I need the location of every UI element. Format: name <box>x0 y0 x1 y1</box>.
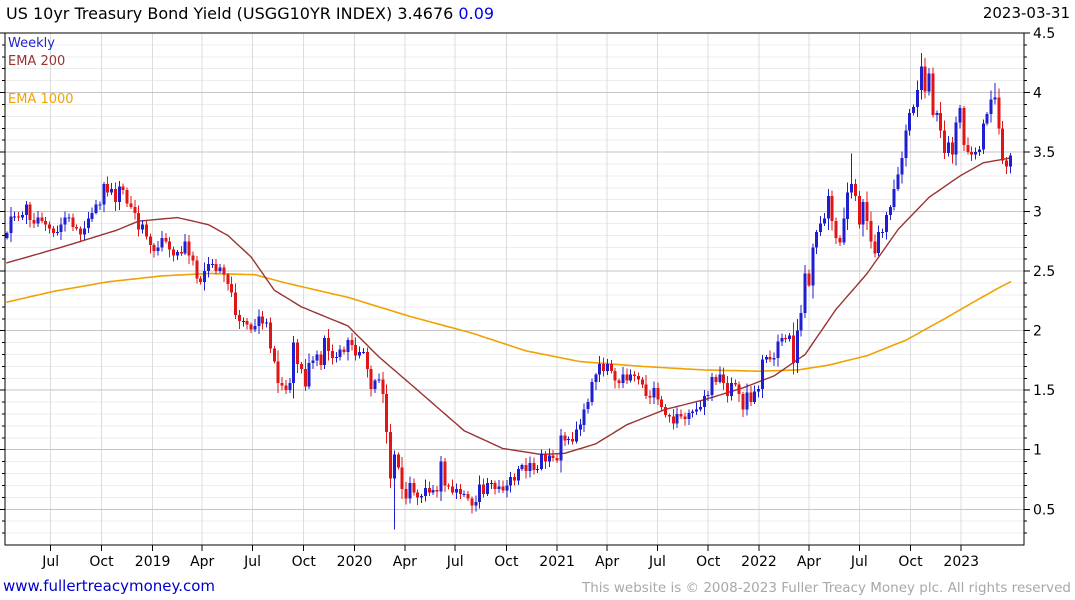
x-axis-label: Oct <box>696 554 721 570</box>
x-axis-label: 2022 <box>741 554 777 570</box>
x-axis-label: Jul <box>850 554 868 570</box>
x-axis-label: 2021 <box>539 554 575 570</box>
x-axis-label: Oct <box>292 554 317 570</box>
y-axis-label: 4 <box>1033 86 1042 102</box>
x-axis-label: 2020 <box>337 554 373 570</box>
chart-window: US 10yr Treasury Bond Yield (USGG10YR IN… <box>0 0 1075 600</box>
legend-ema200: EMA 200 <box>8 54 66 69</box>
y-axis-label: 2 <box>1033 324 1042 340</box>
x-axis-label: Apr <box>797 554 821 570</box>
x-axis-label: 2023 <box>943 554 979 570</box>
x-axis-label: 2019 <box>135 554 171 570</box>
x-axis-label: Apr <box>595 554 619 570</box>
y-axis-label: 0.5 <box>1033 502 1055 518</box>
x-axis-label: Oct <box>494 554 519 570</box>
y-axis-label: 3.5 <box>1033 145 1055 161</box>
grid-major-layer <box>5 92 1024 510</box>
candles-layer <box>5 53 1012 530</box>
x-axis-label: Jul <box>648 554 666 570</box>
copyright-text: This website is © 2008-2023 Fuller Treac… <box>582 580 1071 596</box>
y-axis-label: 3 <box>1033 205 1042 221</box>
y-axis-label: 4.5 <box>1033 26 1055 42</box>
grid-vertical-layer <box>50 33 962 545</box>
website-link[interactable]: www.fullertreacymoney.com <box>3 577 215 595</box>
x-axis-label: Apr <box>393 554 417 570</box>
x-axis-label: Jul <box>446 554 464 570</box>
x-axis-label: Oct <box>89 554 114 570</box>
x-axis-label: Oct <box>898 554 923 570</box>
plot-border <box>4 32 1025 546</box>
y-axis-label: 2.5 <box>1033 264 1055 280</box>
ema1000-line <box>6 272 1012 373</box>
x-axis-labels: Jul Oct 2019 Apr Jul Oct 2020 Apr Jul Oct 2021 Apr J… <box>41 545 979 570</box>
chart-canvas: 0.5 1 1.5 2 2.5 3 3.5 4 4.5 Jul Oct 2019 Apr Jul Oct 20… <box>0 26 1055 570</box>
legend-weekly: Weekly <box>8 36 55 51</box>
x-axis-label: Jul <box>41 554 59 570</box>
legend-ema1000: EMA 1000 <box>8 92 74 107</box>
grid-minor-layer <box>5 44 1024 534</box>
x-axis-label: Apr <box>190 554 214 570</box>
y-axis-labels: 0.5 1 1.5 2 2.5 3 3.5 4 4.5 <box>1033 26 1055 518</box>
y-axis-label: 1 <box>1033 443 1042 459</box>
x-axis-label: Jul <box>243 554 261 570</box>
y-axis-label: 1.5 <box>1033 383 1055 399</box>
